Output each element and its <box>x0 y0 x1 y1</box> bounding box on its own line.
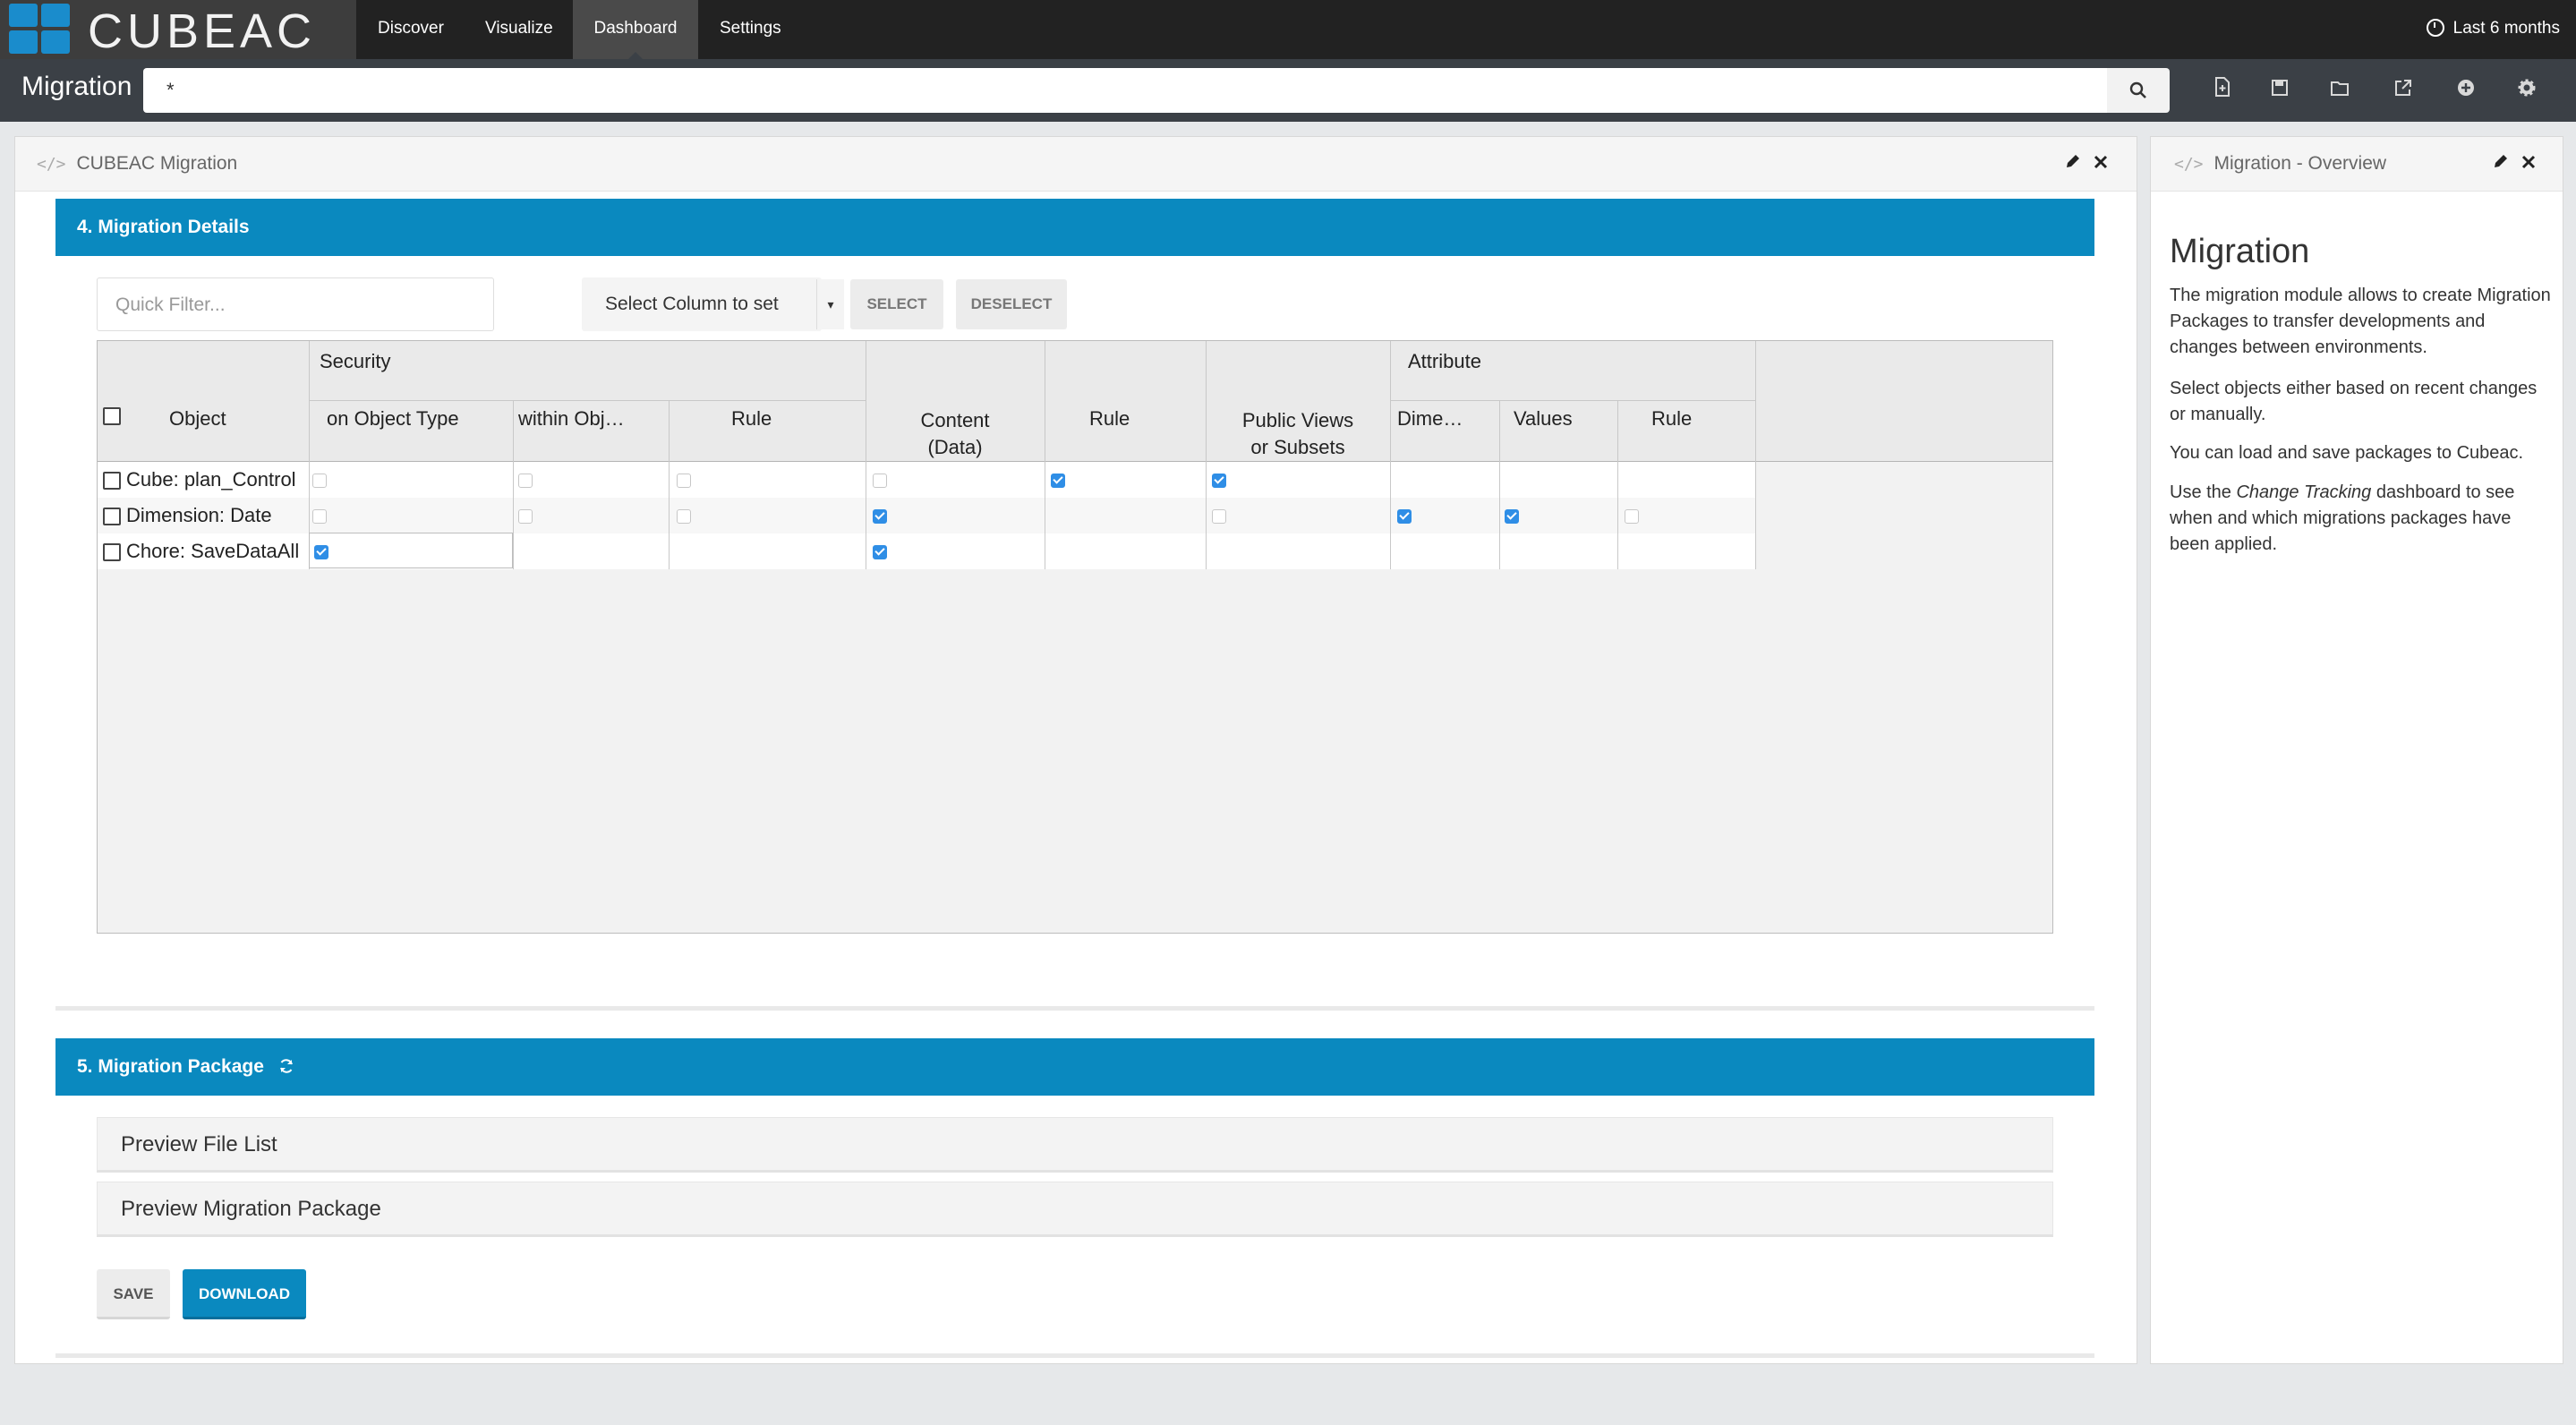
object-name: Dimension: Date <box>126 504 272 526</box>
logo-mark-icon <box>9 4 72 54</box>
migration-details-header[interactable]: 4. Migration Details <box>55 199 2094 256</box>
close-panel-icon[interactable] <box>2094 151 2108 175</box>
quick-filter-input[interactable]: Quick Filter... <box>97 277 494 331</box>
overview-panel-title: </> Migration - Overview <box>2174 153 2387 174</box>
add-panel-icon[interactable] <box>2451 75 2481 106</box>
search-icon <box>2129 81 2146 98</box>
change-tracking-link: Change Tracking <box>2236 482 2372 502</box>
code-icon: </> <box>2174 155 2204 174</box>
active-cell-editor[interactable] <box>309 533 513 568</box>
overview-paragraph: Select objects either based on recent ch… <box>2170 379 2538 424</box>
column-header-content[interactable]: Content (Data) <box>866 407 1045 461</box>
column-header-security-rule[interactable]: Rule <box>731 407 772 431</box>
time-filter[interactable]: Last 6 months <box>2426 0 2560 59</box>
cell-checkbox[interactable] <box>312 474 327 488</box>
overview-paragraph: You can load and save packages to Cubeac… <box>2170 443 2524 463</box>
download-button[interactable]: DOWNLOAD <box>183 1269 306 1319</box>
object-name: Chore: SaveDataAll <box>126 540 300 562</box>
grid-header <box>98 341 2052 461</box>
edit-panel-icon[interactable] <box>2065 151 2081 175</box>
column-header-within-obj[interactable]: within Obj… <box>518 407 625 431</box>
chevron-down-icon[interactable]: ▾ <box>816 279 844 329</box>
cell-checkbox-checked[interactable] <box>873 545 887 559</box>
cell-checkbox[interactable] <box>873 474 887 488</box>
time-filter-label: Last 6 months <box>2452 19 2560 38</box>
table-row[interactable] <box>98 462 1755 498</box>
select-button[interactable]: SELECT <box>850 279 943 329</box>
refresh-icon[interactable] <box>278 1058 294 1074</box>
cell-checkbox-checked[interactable] <box>314 545 328 559</box>
column-header-rule[interactable]: Rule <box>1089 407 1130 431</box>
overview-text: Use the <box>2170 482 2237 502</box>
options-icon[interactable] <box>2512 75 2542 106</box>
row-select-checkbox[interactable] <box>103 543 121 561</box>
migration-panel-title: </> CUBEAC Migration <box>37 153 238 174</box>
edit-panel-icon[interactable] <box>2493 151 2509 175</box>
query-input[interactable]: * <box>143 68 2107 113</box>
column-header-on-object-type[interactable]: on Object Type <box>327 407 459 431</box>
app-logo[interactable]: CUBEAC <box>0 0 356 59</box>
column-header-content-line2: (Data) <box>927 436 983 458</box>
preview-migration-package-accordion[interactable]: Preview Migration Package <box>97 1182 2053 1237</box>
cell-checkbox-checked[interactable] <box>1397 509 1412 524</box>
dashboard-title: Migration <box>21 72 132 101</box>
new-dashboard-icon[interactable] <box>2207 75 2238 106</box>
nav-tab-settings[interactable]: Settings <box>698 0 803 59</box>
cell-checkbox[interactable] <box>677 474 691 488</box>
object-name: Cube: plan_Control <box>126 468 296 491</box>
nav-tab-visualize[interactable]: Visualize <box>464 0 575 59</box>
cell-checkbox[interactable] <box>312 509 327 524</box>
overview-paragraph: The migration module allows to create Mi… <box>2170 286 2551 357</box>
overview-panel-header: </> Migration - Overview <box>2151 137 2563 192</box>
preview-file-list-accordion[interactable]: Preview File List <box>97 1117 2053 1173</box>
code-icon: </> <box>37 155 66 174</box>
column-header-public-views-line1: Public Views <box>1241 409 1354 431</box>
nav-tab-dashboard[interactable]: Dashboard <box>573 0 698 59</box>
share-icon[interactable] <box>2388 75 2418 106</box>
column-header-object[interactable]: Object <box>169 407 226 431</box>
migration-grid: Object Security Attribute on Object Type… <box>97 340 2053 934</box>
search-button[interactable] <box>2107 68 2170 113</box>
close-panel-icon[interactable] <box>2521 151 2536 175</box>
logo-text: CUBEAC <box>88 4 317 58</box>
column-header-public-views[interactable]: Public Views or Subsets <box>1206 407 1390 461</box>
save-button[interactable]: SAVE <box>97 1269 170 1319</box>
overview-heading: Migration <box>2170 233 2310 270</box>
column-header-values[interactable]: Values <box>1514 407 1573 431</box>
nav-tab-discover[interactable]: Discover <box>356 0 465 59</box>
cell-checkbox[interactable] <box>1625 509 1639 524</box>
deselect-button[interactable]: DESELECT <box>956 279 1067 329</box>
cell-checkbox-checked[interactable] <box>873 509 887 524</box>
cell-checkbox[interactable] <box>677 509 691 524</box>
query-bar: Migration * <box>0 59 2576 122</box>
top-navbar: CUBEAC Discover Visualize Dashboard Sett… <box>0 0 2576 59</box>
cell-checkbox[interactable] <box>518 474 533 488</box>
save-icon[interactable] <box>2265 75 2295 106</box>
group-header-attribute: Attribute <box>1408 350 1481 372</box>
open-icon[interactable] <box>2325 75 2356 106</box>
row-select-checkbox[interactable] <box>103 508 121 525</box>
cell-checkbox-checked[interactable] <box>1051 474 1065 488</box>
cell-checkbox-checked[interactable] <box>1212 474 1226 488</box>
row-select-checkbox[interactable] <box>103 472 121 490</box>
column-header-attribute-rule[interactable]: Rule <box>1651 407 1692 431</box>
overview-paragraph: Use the Change Tracking dashboard to see… <box>2170 480 2551 558</box>
cell-checkbox[interactable] <box>518 509 533 524</box>
cell-checkbox[interactable] <box>1212 509 1226 524</box>
column-header-content-line1: Content <box>920 409 990 431</box>
column-header-public-views-line2: or Subsets <box>1250 436 1345 458</box>
migration-package-header[interactable]: 5. Migration Package <box>55 1038 2094 1096</box>
select-column-dropdown[interactable]: Select Column to set <box>582 277 822 331</box>
select-all-checkbox[interactable] <box>103 407 121 425</box>
clock-icon <box>2426 19 2444 37</box>
migration-panel-header: </> CUBEAC Migration <box>15 137 2137 192</box>
nav-tab-dashboard-label: Dashboard <box>593 19 678 38</box>
active-tab-caret-icon <box>628 52 643 59</box>
column-header-dime[interactable]: Dime… <box>1397 407 1463 431</box>
group-header-security: Security <box>320 350 391 372</box>
cell-checkbox-checked[interactable] <box>1505 509 1519 524</box>
migration-package-title: 5. Migration Package <box>77 1056 264 1077</box>
